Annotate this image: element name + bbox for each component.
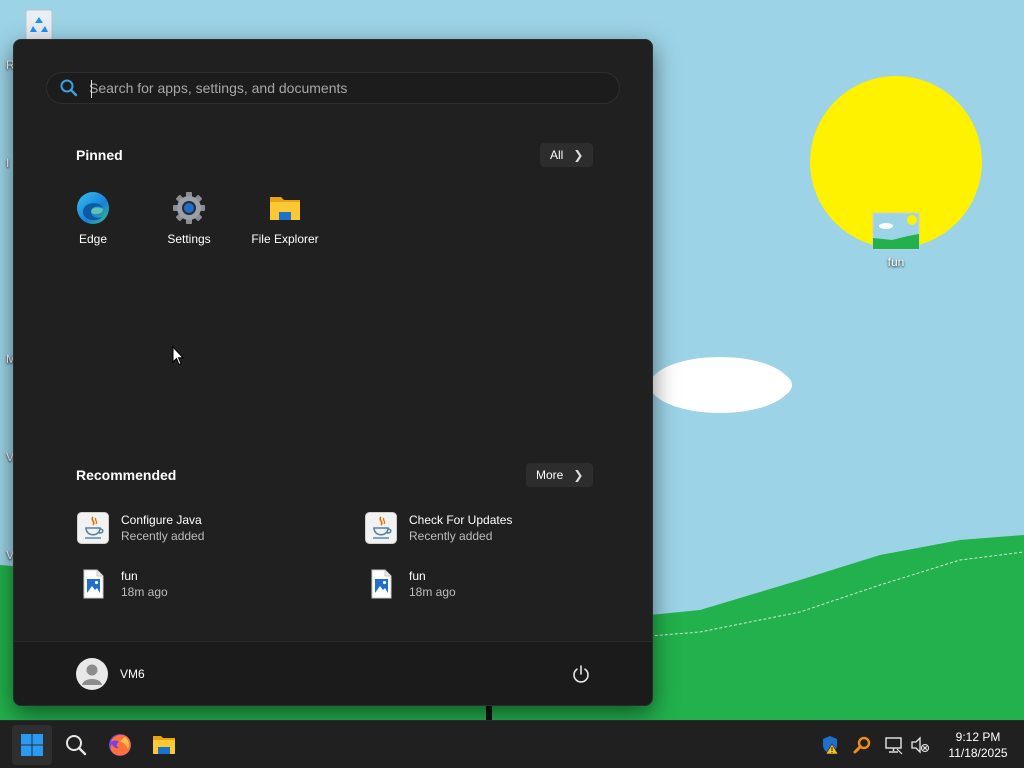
start-user-bar: VM6 xyxy=(14,641,652,705)
chevron-right-icon: ❯ xyxy=(573,148,584,162)
recommended-item[interactable]: Check For Updates Recently added xyxy=(365,506,635,550)
recommended-heading: Recommended xyxy=(76,467,177,483)
start-menu: Pinned All ❯ Edge xyxy=(13,39,653,706)
gear-icon xyxy=(173,192,205,224)
recommended-item-subtitle: 18m ago xyxy=(121,585,168,599)
security-warning-icon[interactable] xyxy=(820,735,840,755)
image-thumbnail-icon xyxy=(872,212,920,250)
user-icon xyxy=(82,664,102,685)
recommended-item-subtitle: 18m ago xyxy=(409,585,456,599)
recommended-item[interactable]: fun 18m ago xyxy=(365,562,635,606)
image-file-icon xyxy=(83,569,104,599)
user-account-button[interactable]: VM6 xyxy=(76,658,145,690)
user-name: VM6 xyxy=(120,667,145,681)
recommended-item[interactable]: Configure Java Recently added xyxy=(77,506,347,550)
recommended-item-subtitle: Recently added xyxy=(121,529,205,543)
java-icon xyxy=(77,512,109,544)
search-input[interactable] xyxy=(89,80,619,96)
magnifier-tool-icon[interactable] xyxy=(852,735,872,755)
recommended-item-name: Configure Java xyxy=(121,513,202,527)
file-explorer-icon xyxy=(153,736,175,754)
recommended-item[interactable]: fun 18m ago xyxy=(77,562,347,606)
pinned-app-label: Settings xyxy=(167,232,211,246)
start-button[interactable] xyxy=(12,725,52,765)
taskbar: 9:12 PM 11/18/2025 xyxy=(0,720,1024,768)
search-icon xyxy=(60,79,78,97)
pinned-app-settings[interactable]: Settings xyxy=(141,190,237,246)
clock-date: 11/18/2025 xyxy=(948,746,1008,760)
more-label: More xyxy=(536,468,564,482)
firefox-icon xyxy=(109,734,131,756)
power-icon[interactable] xyxy=(571,664,591,684)
pinned-app-file-explorer[interactable]: File Explorer xyxy=(237,190,333,246)
volume-muted-icon[interactable] xyxy=(910,735,930,755)
pinned-heading: Pinned xyxy=(76,147,123,163)
taskbar-file-explorer-button[interactable] xyxy=(144,725,184,765)
all-apps-label: All xyxy=(550,148,564,162)
start-icon xyxy=(21,734,43,756)
pinned-app-edge[interactable]: Edge xyxy=(45,190,141,246)
recommended-item-name: fun xyxy=(409,569,426,583)
chevron-right-icon: ❯ xyxy=(573,468,584,482)
java-icon xyxy=(365,512,397,544)
pinned-app-label: Edge xyxy=(78,232,108,246)
recycle-bin-icon xyxy=(25,9,53,41)
recommended-item-subtitle: Recently added xyxy=(409,529,493,543)
text-caret xyxy=(91,80,92,98)
taskbar-firefox-button[interactable] xyxy=(100,725,140,765)
mouse-pointer-icon xyxy=(172,346,184,366)
desktop-icon-label: fun xyxy=(887,255,905,269)
desktop-icon-label-fragment: I xyxy=(6,156,10,170)
search-icon xyxy=(66,735,87,756)
clock-time: 9:12 PM xyxy=(955,730,1001,744)
pinned-app-label: File Explorer xyxy=(251,232,319,246)
network-icon[interactable] xyxy=(884,735,904,755)
all-apps-button[interactable]: All ❯ xyxy=(540,143,594,167)
fun-desktop-icon[interactable]: fun xyxy=(866,212,926,269)
recommended-item-name: Check For Updates xyxy=(409,513,513,527)
start-search-box[interactable] xyxy=(46,72,620,104)
image-file-icon xyxy=(371,569,392,599)
folder-icon xyxy=(270,197,300,220)
edge-icon xyxy=(77,192,109,224)
taskbar-search-button[interactable] xyxy=(56,725,96,765)
avatar xyxy=(76,658,108,690)
recommended-item-name: fun xyxy=(121,569,138,583)
taskbar-clock[interactable]: 9:12 PM 11/18/2025 xyxy=(936,729,1020,761)
more-recommended-button[interactable]: More ❯ xyxy=(526,463,594,487)
